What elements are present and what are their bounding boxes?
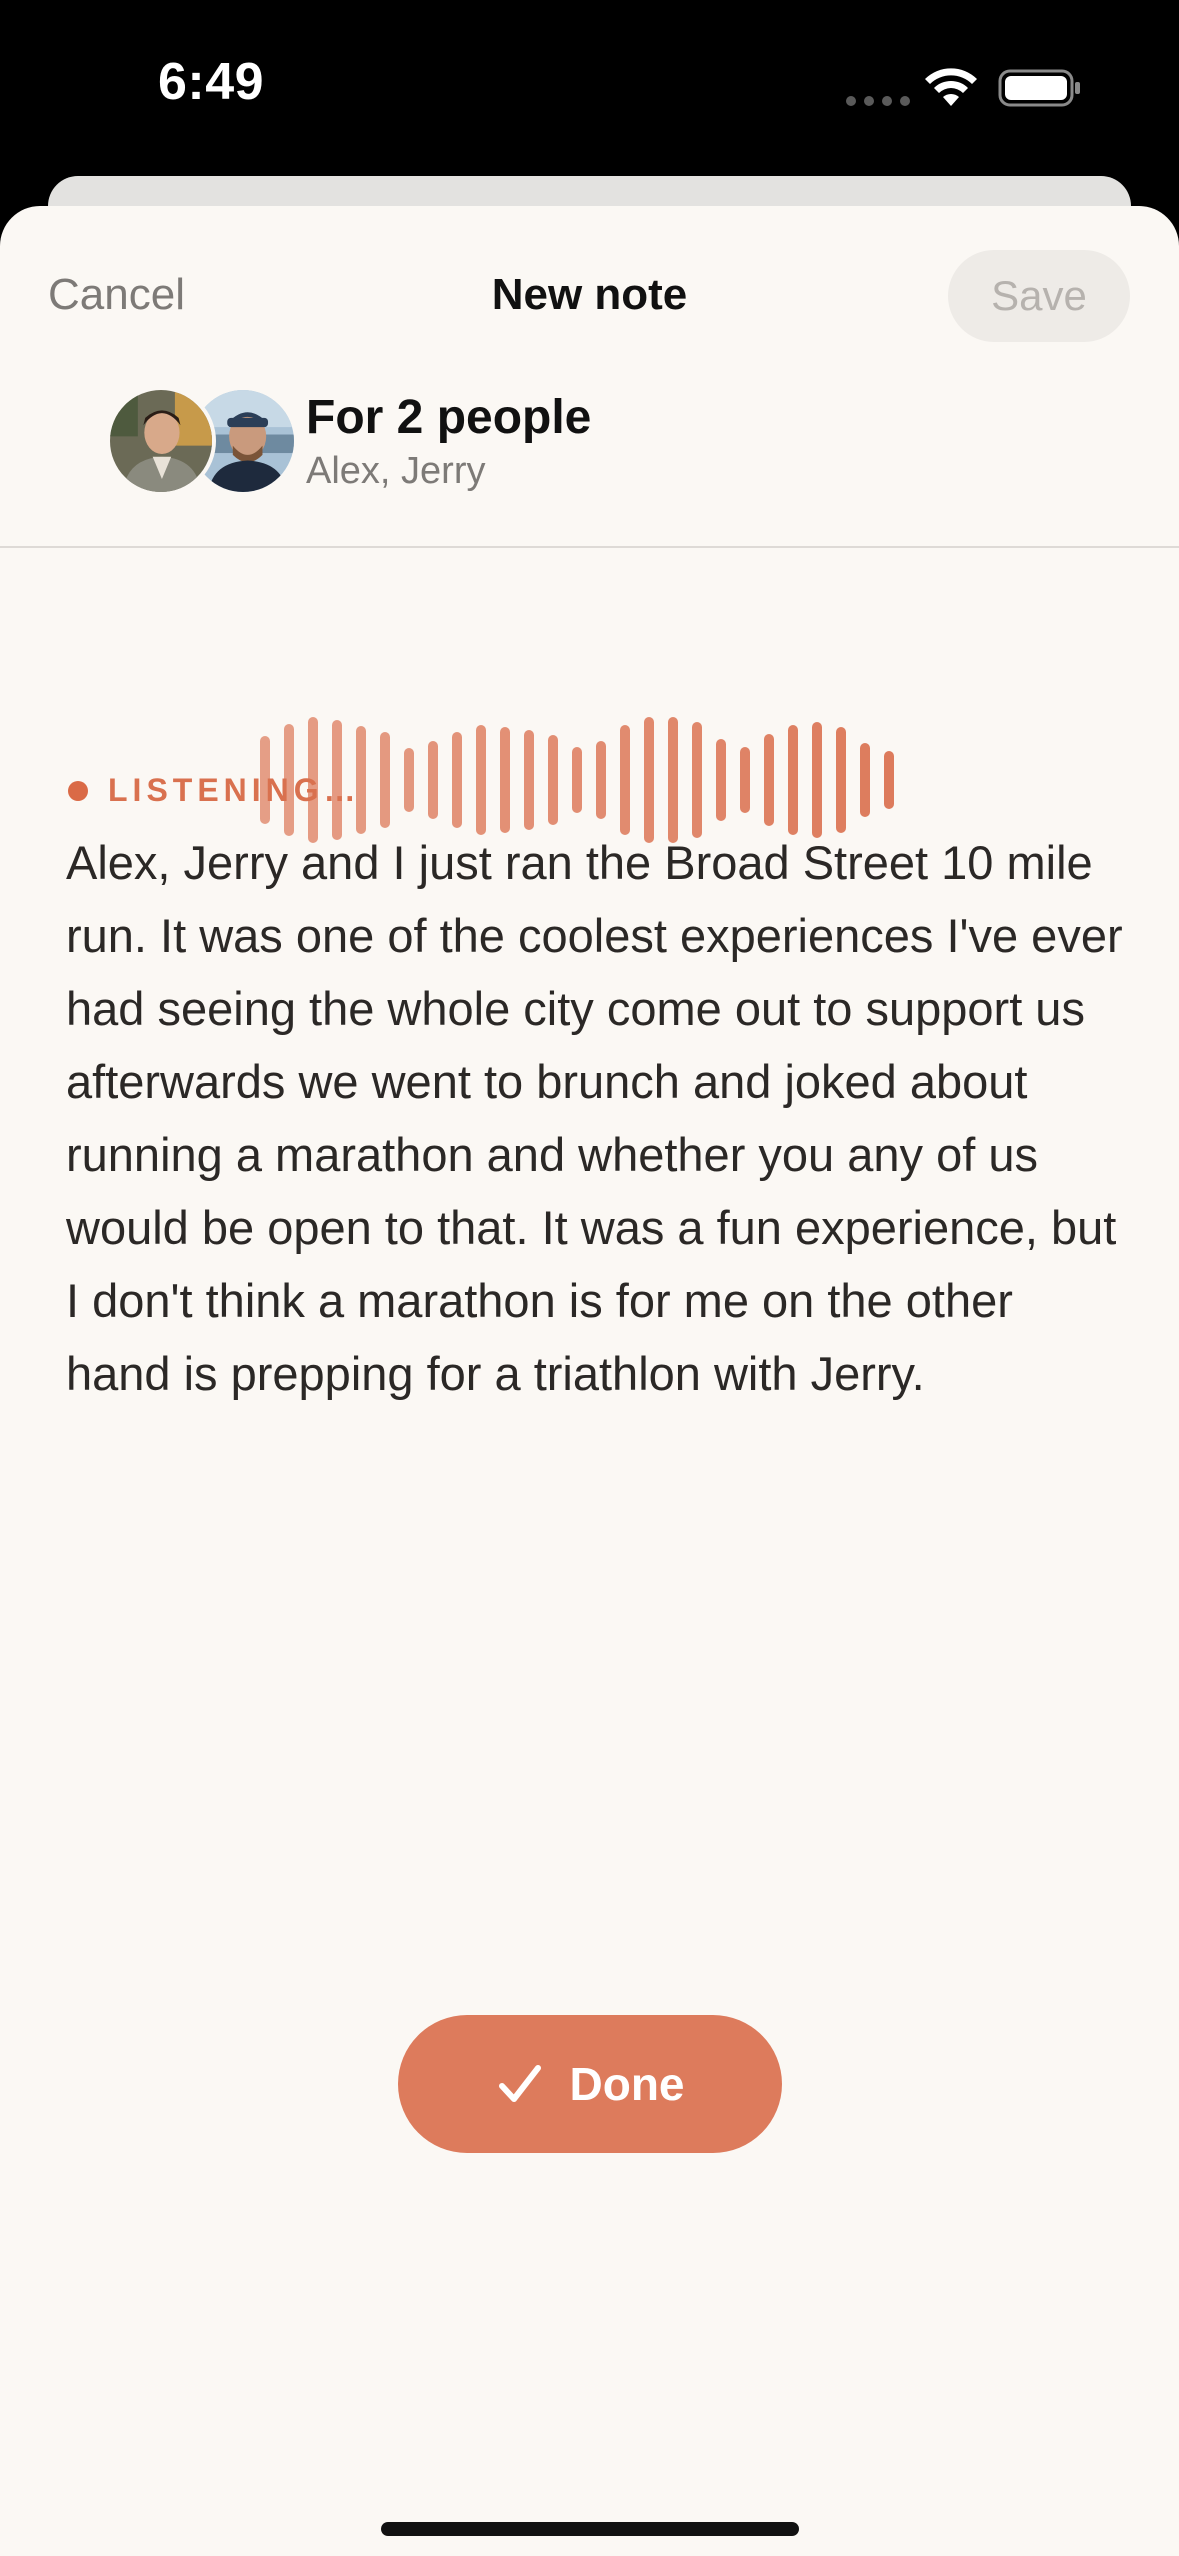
avatar-alex [106,386,216,496]
waveform-bar [548,735,558,825]
cancel-button[interactable]: Cancel [48,270,185,320]
waveform-bar [428,741,438,819]
waveform-bar [524,730,534,830]
transcript-text[interactable]: Alex, Jerry and I just ran the Broad Str… [66,826,1126,1410]
waveform-bar [764,734,774,826]
listening-indicator: LISTENING… [68,772,361,809]
status-time: 6:49 [158,53,265,111]
waveform-bar [404,748,414,812]
checkmark-icon [498,2065,541,2102]
waveform-bar [836,727,846,833]
battery-icon [998,69,1080,107]
listening-label: LISTENING… [108,772,361,808]
waveform-bar [380,732,390,828]
waveform-bar [860,743,870,817]
sheet-nav-bar: Cancel New note Save [0,206,1179,386]
waveform-bar [692,722,702,838]
cellular-signal-icon [846,96,910,106]
waveform-bar [884,751,894,809]
waveform-bar [812,722,822,838]
waveform-bar [620,725,630,835]
waveform-bar [644,717,654,843]
home-indicator[interactable] [381,2522,799,2536]
waveform-bar [500,727,510,833]
screen: 6:49 Cancel New note Save For 2 people A… [0,0,1179,2556]
wifi-icon [925,68,977,106]
done-label: Done [569,2058,685,2110]
waveform-bar [452,732,462,828]
waveform-bar [596,741,606,819]
done-button[interactable]: Done [398,2015,782,2153]
waveform-bar [668,717,678,843]
status-bar: 6:49 [0,0,1179,176]
waveform-bar [740,747,750,813]
recipients-title: For 2 people [306,391,592,444]
recipients-names: Alex, Jerry [306,450,486,492]
save-button[interactable]: Save [948,250,1130,342]
waveform-bar [572,747,582,813]
new-note-sheet: Cancel New note Save For 2 people Alex, … [0,206,1179,2556]
waveform-bar [788,725,798,835]
recording-dot-icon [68,780,88,801]
waveform-bar [716,739,726,821]
waveform-bar [476,725,486,835]
